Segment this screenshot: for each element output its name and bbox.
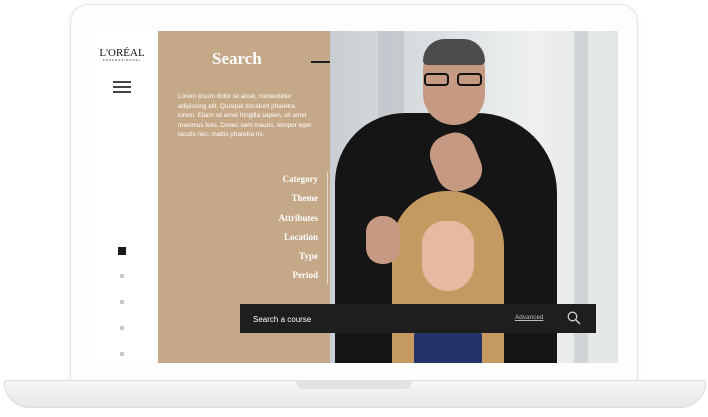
search-icon[interactable] [567,311,581,325]
filter-divider [327,172,328,284]
panel-description: Lorem ipsum dolor sit amet, consectetur … [178,93,312,139]
search-input[interactable] [253,311,493,327]
stylist-hand-left [366,216,400,264]
page-dots [117,247,127,363]
filter-location[interactable]: Location [279,229,318,248]
page-dot-5[interactable] [120,352,124,356]
page-dot-4[interactable] [120,326,124,330]
page-dot-1[interactable] [118,247,126,255]
filter-category[interactable]: Category [279,171,319,190]
filter-period[interactable]: Period [279,267,319,286]
filter-list: Category Theme Attributes Location Type … [279,171,319,287]
model-face [422,221,474,291]
laptop-notch [296,380,412,389]
stylist-hair [423,39,485,65]
glasses [421,73,487,87]
filter-type[interactable]: Type [279,248,318,267]
screen: L'ORÉAL PROFESSIONNEL Search Lorem ipsum… [90,31,618,363]
menu-icon[interactable] [113,81,131,93]
brand-logo[interactable]: L'ORÉAL PROFESSIONNEL [98,47,146,62]
filter-theme[interactable]: Theme [279,190,319,209]
search-bar: Advanced [240,304,596,333]
page-dot-2[interactable] [120,274,124,278]
page-title: Search [212,49,262,68]
logo-subtext: PROFESSIONNEL [102,58,142,62]
advanced-search-link[interactable]: Advanced [515,314,543,321]
filter-attributes[interactable]: Attributes [279,210,319,229]
page-dot-3[interactable] [120,300,124,304]
